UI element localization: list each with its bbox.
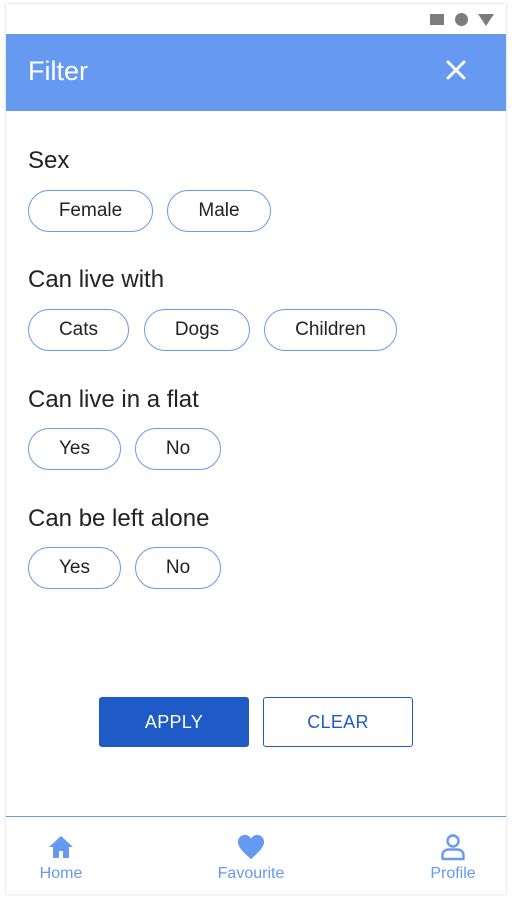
signal-circle-icon — [455, 13, 468, 26]
nav-label-home: Home — [39, 865, 83, 882]
heart-icon — [237, 833, 265, 861]
status-bar — [6, 4, 506, 34]
signal-triangle-icon — [478, 14, 494, 26]
nav-item-home[interactable]: Home — [26, 817, 96, 894]
close-button[interactable] — [438, 52, 474, 88]
section-title-can-live-with: Can live with — [28, 266, 165, 293]
app-bar: Filter — [6, 34, 506, 111]
home-icon — [47, 833, 75, 861]
chip-alone-no[interactable]: No — [135, 547, 221, 589]
nav-label-favourite: Favourite — [217, 865, 285, 882]
chip-alone-yes[interactable]: Yes — [28, 547, 121, 589]
close-icon — [446, 60, 466, 80]
bottom-nav: Home Favourite Profile — [6, 816, 506, 894]
chip-sex-female[interactable]: Female — [28, 190, 153, 232]
apply-button[interactable]: APPLY — [99, 697, 249, 747]
chip-flat-yes[interactable]: Yes — [28, 428, 121, 470]
page-title: Filter — [28, 56, 88, 86]
profile-icon — [439, 833, 467, 861]
section-title-live-in-flat: Can live in a flat — [28, 386, 199, 413]
nav-item-profile[interactable]: Profile — [418, 817, 488, 894]
section-title-left-alone: Can be left alone — [28, 505, 210, 532]
chip-sex-male[interactable]: Male — [167, 190, 271, 232]
phone-screen: Filter Sex Female Male Can live with Cat… — [6, 4, 506, 894]
chip-live-with-children[interactable]: Children — [264, 309, 397, 351]
nav-label-profile: Profile — [430, 865, 476, 882]
nav-item-favourite[interactable]: Favourite — [206, 817, 296, 894]
section-title-sex: Sex — [28, 147, 70, 174]
chip-live-with-cats[interactable]: Cats — [28, 309, 129, 351]
signal-square-icon — [430, 14, 444, 25]
chip-flat-no[interactable]: No — [135, 428, 221, 470]
chip-live-with-dogs[interactable]: Dogs — [144, 309, 250, 351]
clear-button[interactable]: CLEAR — [263, 697, 413, 747]
